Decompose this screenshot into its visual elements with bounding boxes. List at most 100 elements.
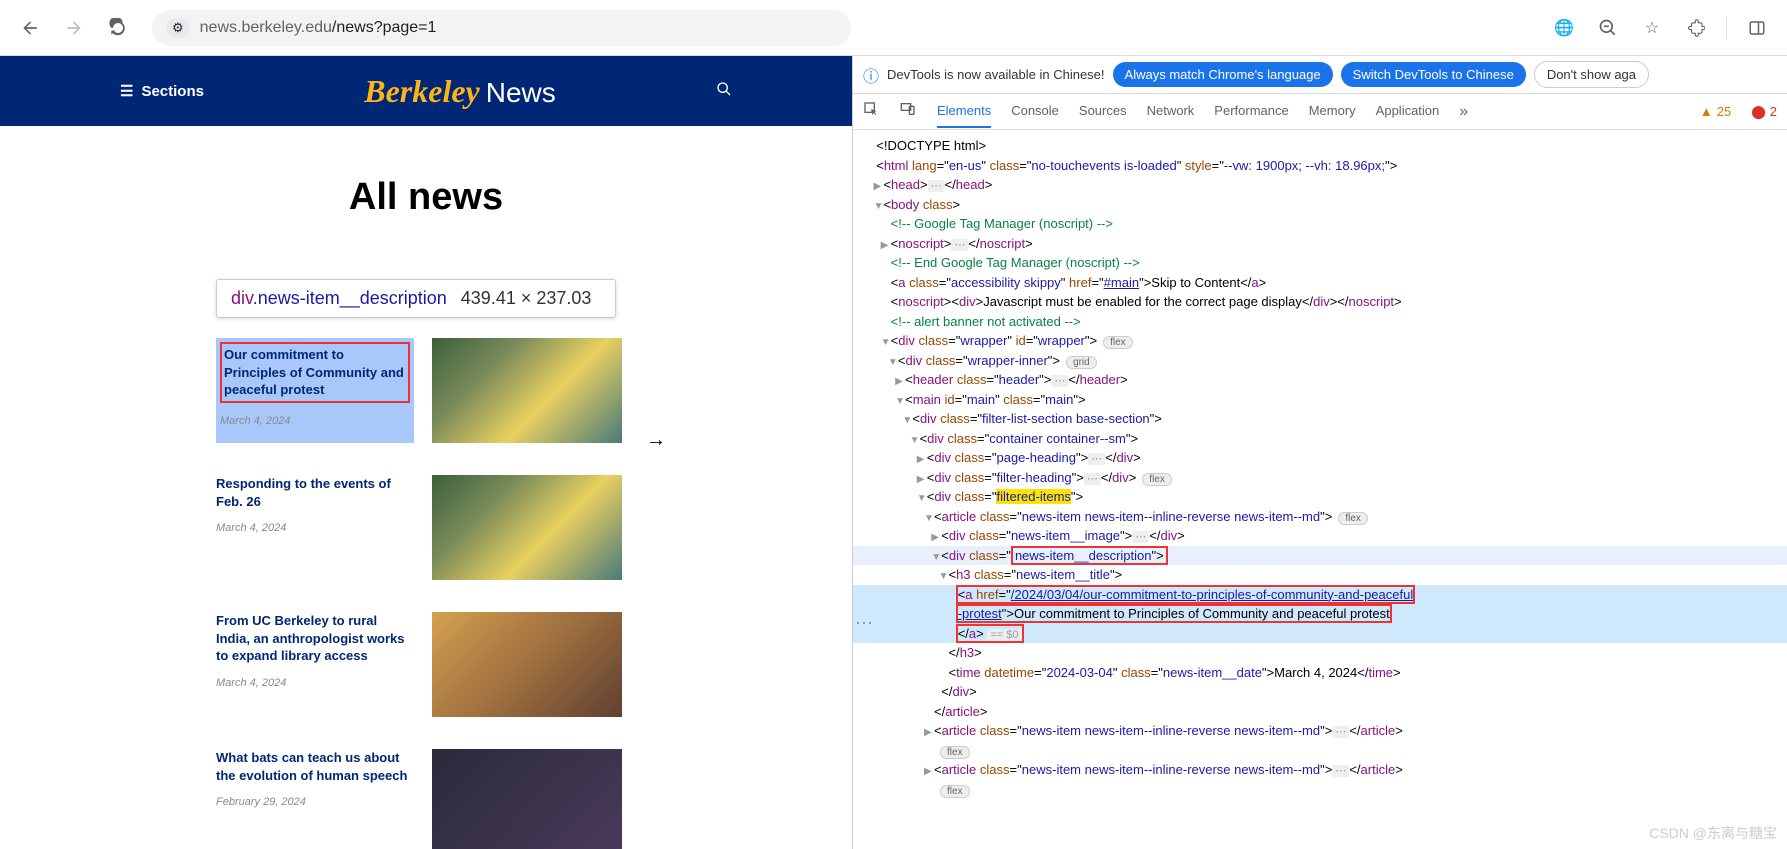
dom-tree-line[interactable]: ▼<div class="news-item__description"> <box>853 546 1787 566</box>
dom-tree-line[interactable]: ▼<div class="filtered-items"> <box>853 487 1787 507</box>
dom-tree-line[interactable]: <time datetime="2024-03-04" class="news-… <box>853 663 1787 683</box>
inspect-element-icon[interactable] <box>863 101 879 122</box>
inspector-tooltip: div.news-item__description 439.41 × 237.… <box>216 279 616 318</box>
dom-tree-line[interactable]: <a class="accessibility skippy" href="#m… <box>853 273 1787 293</box>
devtools-tab-performance[interactable]: Performance <box>1214 95 1288 128</box>
errors-badge[interactable]: ⬤ 2 <box>1751 104 1777 120</box>
url-bar[interactable]: ⚙ news.berkeley.edu/news?page=1 <box>152 10 851 46</box>
dom-tree-line[interactable]: flex <box>853 780 1787 800</box>
news-item-date: February 29, 2024 <box>216 796 414 808</box>
dom-tree-line[interactable]: flex <box>853 741 1787 761</box>
news-item-image[interactable] <box>432 612 622 717</box>
dom-tree-line[interactable]: ▶<head>⋯</head> <box>853 175 1787 195</box>
arrow-right-icon <box>64 18 84 38</box>
devtools-tab-network[interactable]: Network <box>1147 95 1195 128</box>
news-item-image[interactable] <box>432 475 622 580</box>
elements-tree[interactable]: <!DOCTYPE html> <html lang="en-us" class… <box>853 130 1787 849</box>
dom-tree-line[interactable]: </div> <box>853 682 1787 702</box>
site-info-icon[interactable]: ⚙ <box>166 18 190 38</box>
devtools-tab-sources[interactable]: Sources <box>1079 95 1127 128</box>
dom-tree-line[interactable]: ▼<body class> <box>853 195 1787 215</box>
dom-tree-line[interactable]: ▶<div class="filter-heading">⋯</div>flex <box>853 468 1787 488</box>
page-content: All news → div.news-item__description 43… <box>0 126 852 849</box>
dom-tree-line[interactable]: </article> <box>853 702 1787 722</box>
webpage-pane: ☰ Sections Berkeley News All news → div.… <box>0 56 852 849</box>
arrow-left-icon <box>20 18 40 38</box>
dom-tree-line[interactable]: ▼<div class="wrapper-inner">grid <box>853 351 1787 371</box>
dom-tree-line[interactable]: <!DOCTYPE html> <box>853 136 1787 156</box>
news-item: Our commitment to Principles of Communit… <box>216 322 636 459</box>
news-item-title[interactable]: Our commitment to Principles of Communit… <box>220 342 410 403</box>
logo-word: News <box>486 77 556 109</box>
news-item-image[interactable] <box>432 749 622 849</box>
news-item-date: March 4, 2024 <box>220 415 410 427</box>
zoom-out-icon[interactable] <box>1590 10 1626 46</box>
dom-tree-line[interactable]: ▶<div class="news-item__image">⋯</div> <box>853 526 1787 546</box>
device-toolbar-icon[interactable] <box>899 101 917 122</box>
dom-tree-line[interactable]: -protest">Our commitment to Principles o… <box>853 604 1787 624</box>
news-item-description: Responding to the events of Feb. 26March… <box>216 475 414 580</box>
dom-tree-line[interactable]: <a href="/2024/03/04/our-commitment-to-p… <box>853 585 1787 605</box>
browser-toolbar: ⚙ news.berkeley.edu/news?page=1 🌐 ☆ <box>0 0 1787 56</box>
dom-tree-line[interactable]: <!-- Google Tag Manager (noscript) --> <box>853 214 1787 234</box>
extensions-icon[interactable] <box>1678 10 1714 46</box>
news-item-date: March 4, 2024 <box>216 677 414 689</box>
match-language-button[interactable]: Always match Chrome's language <box>1113 62 1333 87</box>
back-button[interactable] <box>12 10 48 46</box>
page-title: All news <box>0 176 852 219</box>
dom-tree-line[interactable]: <!-- alert banner not activated --> <box>853 312 1787 332</box>
reload-button[interactable] <box>100 10 136 46</box>
dom-tree-line[interactable]: ▶<article class="news-item news-item--in… <box>853 721 1787 741</box>
translate-icon[interactable]: 🌐 <box>1546 10 1582 46</box>
dom-tree-line[interactable]: ▼<main id="main" class="main"> <box>853 390 1787 410</box>
dom-tree-line[interactable]: <noscript><div>Javascript must be enable… <box>853 292 1787 312</box>
overflow-indicator: ⋯ <box>853 611 875 636</box>
news-item-description: Our commitment to Principles of Communit… <box>216 338 414 443</box>
switch-language-button[interactable]: Switch DevTools to Chinese <box>1341 62 1526 87</box>
news-item-image[interactable] <box>432 338 622 443</box>
devtools-tab-memory[interactable]: Memory <box>1309 95 1356 128</box>
devtools-tab-elements[interactable]: Elements <box>937 95 991 128</box>
next-arrow-icon[interactable]: → <box>646 429 666 452</box>
dom-tree-line[interactable]: </h3> <box>853 643 1787 663</box>
search-button[interactable] <box>716 81 732 102</box>
news-item-description: What bats can teach us about the evoluti… <box>216 749 414 849</box>
url-text: news.berkeley.edu/news?page=1 <box>200 19 437 37</box>
more-tabs-icon[interactable]: » <box>1459 103 1468 121</box>
side-panel-icon[interactable] <box>1739 10 1775 46</box>
site-header: ☰ Sections Berkeley News <box>0 56 852 126</box>
dom-tree-line[interactable]: <!-- End Google Tag Manager (noscript) -… <box>853 253 1787 273</box>
news-item-title[interactable]: Responding to the events of Feb. 26 <box>216 475 414 510</box>
dom-tree-line[interactable]: </a> == $0 <box>853 624 1787 644</box>
dom-tree-line[interactable]: ▶<header class="header">⋯</header> <box>853 370 1787 390</box>
news-item-description: From UC Berkeley to rural India, an anth… <box>216 612 414 717</box>
dom-tree-line[interactable]: ▼<div class="filter-list-section base-se… <box>853 409 1787 429</box>
devtools-language-banner: ⓘ DevTools is now available in Chinese! … <box>853 56 1787 94</box>
forward-button[interactable] <box>56 10 92 46</box>
devtools-tab-application[interactable]: Application <box>1376 95 1440 128</box>
site-logo[interactable]: Berkeley News <box>364 73 556 110</box>
banner-text: DevTools is now available in Chinese! <box>887 67 1105 82</box>
dom-tree-line[interactable]: ▼<div class="wrapper" id="wrapper">flex <box>853 331 1787 351</box>
dom-tree-line[interactable]: ▶<div class="page-heading">⋯</div> <box>853 448 1787 468</box>
devtools-pane: ⋯ ⓘ DevTools is now available in Chinese… <box>852 56 1787 849</box>
tooltip-dimensions: 439.41 × 237.03 <box>461 288 592 309</box>
devtools-tab-console[interactable]: Console <box>1011 95 1059 128</box>
news-item-title[interactable]: What bats can teach us about the evoluti… <box>216 749 414 784</box>
search-icon <box>716 81 732 97</box>
bookmark-icon[interactable]: ☆ <box>1634 10 1670 46</box>
main-split: ☰ Sections Berkeley News All news → div.… <box>0 56 1787 849</box>
reload-icon <box>108 18 128 38</box>
news-item-title[interactable]: From UC Berkeley to rural India, an anth… <box>216 612 414 665</box>
dom-tree-line[interactable]: ▼<div class="container container--sm"> <box>853 429 1787 449</box>
dom-tree-line[interactable]: ▶<article class="news-item news-item--in… <box>853 760 1787 780</box>
dom-tree-line[interactable]: <html lang="en-us" class="no-touchevents… <box>853 156 1787 176</box>
dom-tree-line[interactable]: ▶<noscript>⋯</noscript> <box>853 234 1787 254</box>
dont-show-button[interactable]: Don't show aga <box>1534 61 1649 88</box>
warnings-badge[interactable]: ▲ 25 <box>1700 104 1731 119</box>
news-item: From UC Berkeley to rural India, an anth… <box>216 596 636 733</box>
sections-button[interactable]: ☰ Sections <box>120 82 204 100</box>
dom-tree-line[interactable]: ▼<h3 class="news-item__title"> <box>853 565 1787 585</box>
devtools-tabs: Elements Console Sources Network Performance… <box>853 94 1787 130</box>
dom-tree-line[interactable]: ▼<article class="news-item news-item--in… <box>853 507 1787 527</box>
